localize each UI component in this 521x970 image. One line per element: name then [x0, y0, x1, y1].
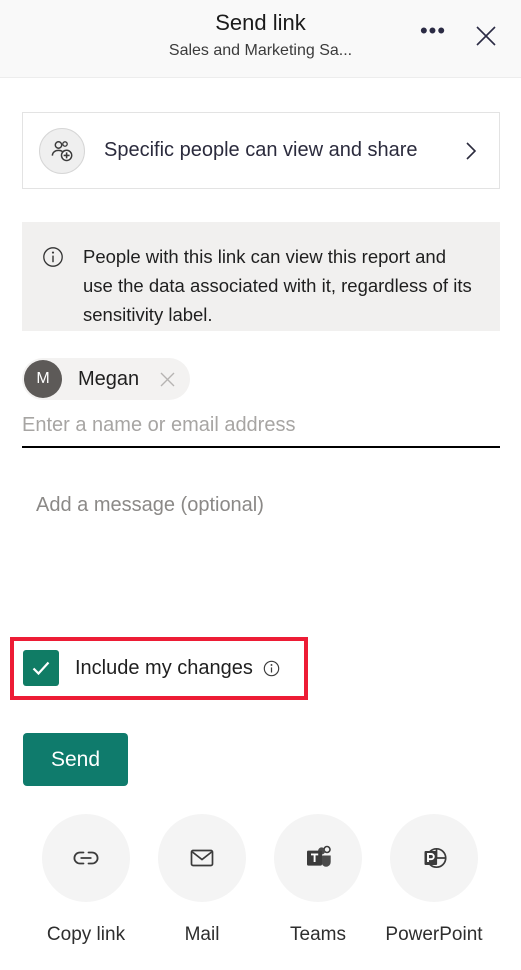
ellipsis-icon: •••: [419, 18, 447, 43]
copy-link-action[interactable]: Copy link: [28, 814, 144, 946]
mail-label: Mail: [184, 924, 220, 945]
close-icon: [160, 372, 175, 386]
powerpoint-action[interactable]: PowerPoint: [376, 814, 492, 946]
link-icon: [73, 851, 99, 865]
powerpoint-label: PowerPoint: [385, 924, 483, 945]
sensitivity-info-text: People with this link can view this repo…: [83, 246, 472, 325]
send-button[interactable]: Send: [23, 733, 128, 786]
close-icon: [476, 26, 496, 46]
info-circle-icon: [42, 246, 64, 331]
teams-action[interactable]: Teams: [260, 814, 376, 946]
include-changes-info-button[interactable]: [263, 660, 280, 677]
include-changes-checkbox[interactable]: [23, 650, 59, 686]
dialog-header: Send link Sales and Marketing Sa... •••: [0, 0, 521, 78]
mail-button[interactable]: [158, 814, 246, 902]
info-circle-icon: [263, 660, 280, 676]
recipient-input[interactable]: [22, 414, 500, 437]
recipient-input-wrapper: [22, 414, 500, 448]
remove-recipient-button[interactable]: [153, 371, 182, 388]
teams-icon: [307, 845, 331, 867]
copy-link-label: Copy link: [46, 924, 126, 945]
message-input[interactable]: [22, 482, 500, 602]
recipient-chip[interactable]: M Megan: [22, 358, 191, 400]
message-wrapper: [22, 482, 500, 602]
link-settings-button[interactable]: Specific people can view and share: [22, 112, 500, 189]
more-options-button[interactable]: •••: [414, 20, 452, 52]
mail-action[interactable]: Mail: [144, 814, 260, 946]
teams-button[interactable]: [274, 814, 362, 902]
teams-label: Teams: [290, 924, 346, 945]
powerpoint-button[interactable]: [390, 814, 478, 902]
sensitivity-info-banner: People with this link can view this repo…: [22, 222, 500, 331]
link-settings-label: Specific people can view and share: [104, 139, 418, 161]
checkmark-icon: [32, 661, 50, 676]
share-actions: Copy link Mail Teams PowerPoint: [28, 814, 493, 946]
chevron-right-icon: [465, 141, 477, 161]
recipient-name: Megan: [78, 367, 140, 390]
people-add-icon: [39, 127, 85, 174]
recipient-chip-list: M Megan: [22, 358, 191, 400]
powerpoint-icon: [424, 847, 447, 869]
include-changes-label: Include my changes: [75, 656, 253, 679]
avatar: M: [24, 360, 62, 398]
close-button[interactable]: [468, 18, 504, 54]
include-changes-row[interactable]: Include my changes: [23, 650, 280, 686]
mail-icon: [190, 849, 214, 867]
copy-link-button[interactable]: [42, 814, 130, 902]
